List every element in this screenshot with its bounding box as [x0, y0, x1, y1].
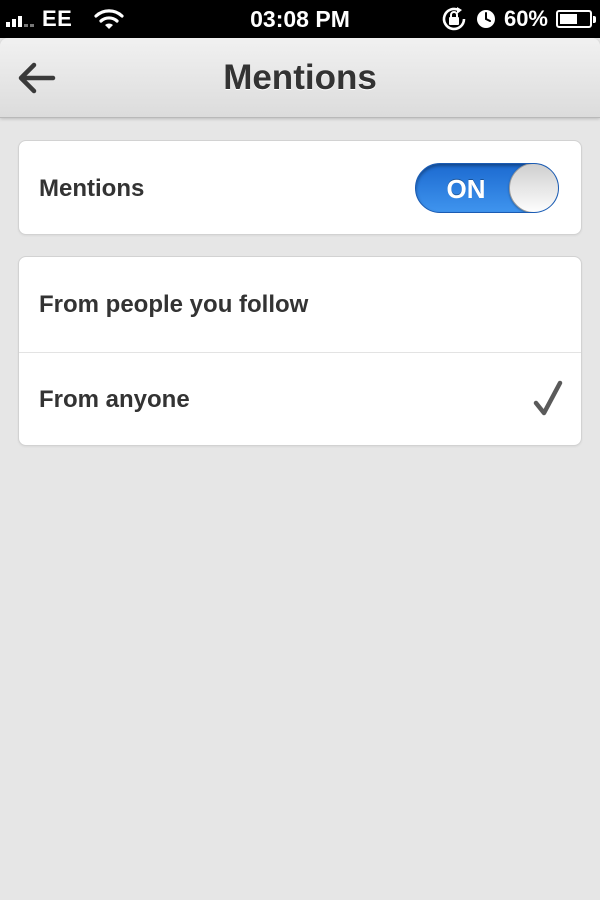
option-from-people-you-follow[interactable]: From people you follow — [19, 257, 581, 352]
battery-percent: 60% — [503, 6, 548, 31]
checkmark-icon — [533, 380, 563, 416]
page-title: Mentions — [223, 58, 377, 97]
status-left: EE — [6, 0, 124, 38]
toggle-knob — [509, 164, 558, 212]
rotation-lock-icon — [442, 7, 466, 31]
signal-icon — [6, 11, 34, 27]
nav-header: Mentions — [0, 38, 600, 118]
battery-fill — [560, 14, 577, 24]
mentions-toggle[interactable]: ON — [415, 163, 559, 213]
option-label: From anyone — [39, 386, 190, 413]
wifi-icon — [94, 9, 124, 29]
carrier-name: EE — [42, 6, 73, 31]
mentions-options-card: From people you follow From anyone — [18, 256, 582, 446]
status-right: 60% — [440, 0, 596, 38]
battery-icon — [556, 10, 596, 28]
alarm-icon — [476, 10, 495, 28]
mentions-label: Mentions — [39, 174, 145, 202]
option-from-anyone[interactable]: From anyone — [19, 352, 581, 447]
option-label: From people you follow — [39, 290, 309, 318]
mentions-row: Mentions ON — [19, 141, 581, 236]
mentions-card: Mentions ON — [18, 140, 582, 235]
toggle-state-label: ON — [446, 174, 486, 204]
status-bar: EE 03:08 PM 60% — [0, 0, 600, 38]
